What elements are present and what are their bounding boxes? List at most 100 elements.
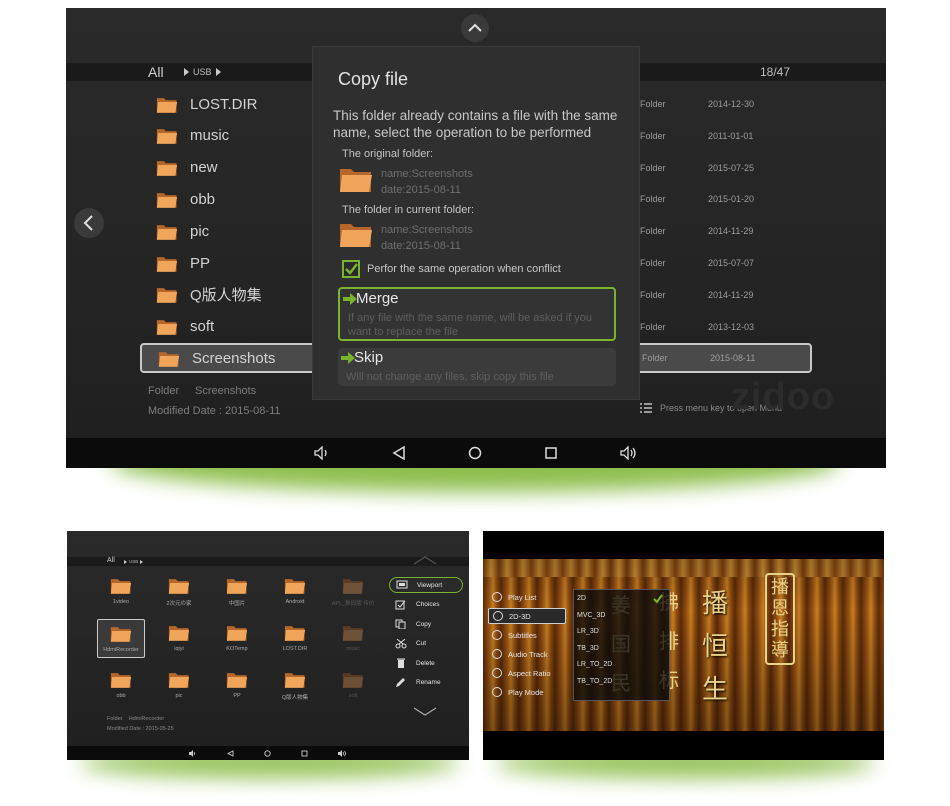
dialog-title: Copy file [338,69,409,89]
folder-icon [213,623,261,642]
stereo-option[interactable]: MVC_3D [577,608,665,623]
grid-folder[interactable]: PP [213,670,261,699]
menu-item-label: Copy [416,620,432,628]
stereo-option[interactable]: LR_3D [577,624,665,639]
grid-folder-name: 1video [112,599,130,605]
grid-folder[interactable]: APL_数码版 传仿 [329,576,377,607]
subtitles-icon [492,630,502,640]
stereo-option[interactable]: TB_3D [577,641,665,656]
chevron-down-icon [413,707,437,716]
2d-3d-icon [493,611,503,621]
title-column-1: 播恒生 [702,583,732,706]
context-menu: Viewport Choices Copy Cut Delete Rename [389,577,469,703]
scroll-up-button[interactable] [461,14,489,42]
copy-file-dialog: Copy file This folder already contains a… [312,46,640,400]
menu-item-rename[interactable]: Rename [389,675,463,691]
volume-down-button[interactable] [314,446,330,460]
grid-folder-name: APL_数码版 传仿 [331,601,375,607]
file-name: soft [190,318,215,336]
folder-grid: 1video 2次元の家 中国片 Android APL_数码版 传仿 HdmiRecor… [67,531,387,731]
menu-item-copy[interactable]: Copy [389,616,463,632]
player-menu-label: Play List [508,592,537,602]
menu-item-cut[interactable]: Cut [389,636,463,652]
file-type: Folder [640,321,666,332]
grid-scroll-up[interactable] [413,555,437,565]
grid-folder[interactable]: 中国片 [213,576,261,607]
menu-item-label: Rename [416,679,441,686]
title-character: 恒 [702,632,729,662]
recents-square-icon[interactable] [301,750,308,757]
home-button[interactable] [468,446,482,460]
breadcrumb[interactable]: USB [184,67,221,77]
recents-button[interactable] [544,446,558,460]
player-menu-item[interactable]: 2D-3D [488,608,566,624]
grid-folder-selected[interactable]: HdmiRecorder [97,619,145,658]
volume-up-icon [620,446,636,460]
menu-item-label: Viewport [417,581,443,589]
volume-up-icon[interactable] [338,749,347,757]
grid-folder-name: pic [175,693,183,699]
menu-item-viewport[interactable]: Viewport [389,577,463,593]
volume-down-icon[interactable] [189,749,197,757]
player-menu-item[interactable]: Audio Track [488,646,566,662]
stereo-option[interactable]: 2D [577,591,665,606]
stereo-options: 2D MVC_3D LR_3D TB_3D LR_TO_2D TB_TO_2D [577,591,667,699]
folder-icon [158,349,180,368]
grid-folder[interactable]: 2次元の家 [155,576,203,607]
grid-folder-name: 中国片 [228,601,246,607]
video-screen: 播恒生 拂排标 姜国民 播恩指導 Play List2D-3DSubtitles… [483,531,884,760]
checkbox-icon [395,600,407,610]
file-date: 2015-07-25 [708,162,755,173]
all-tab[interactable]: All [148,64,164,80]
breadcrumb-usb: USB [193,67,212,77]
grid-folder[interactable]: soft [329,670,377,699]
menu-item-choices[interactable]: Choices [389,597,463,613]
volume-up-button[interactable] [620,446,638,460]
player-menu-item[interactable]: Aspect Ratio [488,665,566,681]
home-circle-icon[interactable] [264,749,271,757]
grid-folder[interactable]: KOTemp [213,623,261,652]
stereo-option[interactable]: LR_TO_2D [577,657,665,672]
grid-scroll-down[interactable] [413,707,437,717]
player-menu-item[interactable]: Play List [488,589,566,605]
file-type: Folder [640,162,666,173]
chevron-up-icon [468,23,482,32]
player-menu-item[interactable]: Subtitles [488,627,566,643]
player-menu-item[interactable]: Play Mode [488,684,566,700]
menu-item-delete[interactable]: Delete [389,655,463,671]
folder-icon [97,670,145,689]
back-triangle-icon[interactable] [227,749,234,757]
grid-folder[interactable]: Q版人物集 [271,670,319,701]
folder-icon [329,623,377,642]
merge-title: Merge [356,290,399,307]
grid-folder[interactable]: pic [155,670,203,699]
merge-option[interactable]: Merge If any file with the same name, wi… [338,287,616,341]
grid-folder[interactable]: LOST.DIR [271,623,319,652]
file-type: Folder [640,99,666,109]
back-button[interactable] [392,446,406,460]
stereo-option-label: TB_TO_2D [577,677,613,685]
grid-folder[interactable]: music [329,623,377,652]
file-date: 2014-11-29 [708,226,754,237]
grid-folder[interactable]: Android [271,576,319,605]
arrow-right-icon [343,293,357,305]
grid-folder[interactable]: 1video [97,576,145,605]
prev-page-button[interactable] [74,208,104,238]
copy-icon [395,619,407,629]
viewport-icon [396,580,408,590]
original-folder-icon [339,164,373,194]
selected-check-icon [653,593,663,604]
skip-option[interactable]: Skip Will not change any files, skip cop… [338,348,616,386]
same-operation-checkbox[interactable] [342,260,360,278]
grid-folder[interactable]: obb [97,670,145,699]
file-type: Folder [642,353,668,364]
file-name: obb [190,190,216,208]
grid-folder-name: HdmiRecorder [103,647,139,653]
grid-footer-modified: Modified Date : 2015-05-25 [107,726,174,732]
folder-icon [271,576,319,595]
menu-item-label: Choices [416,601,440,608]
folder-icon [97,576,145,595]
stereo-option[interactable]: TB_TO_2D [577,674,665,689]
folder-icon [329,576,377,595]
grid-folder[interactable]: iqiyi [155,623,203,652]
